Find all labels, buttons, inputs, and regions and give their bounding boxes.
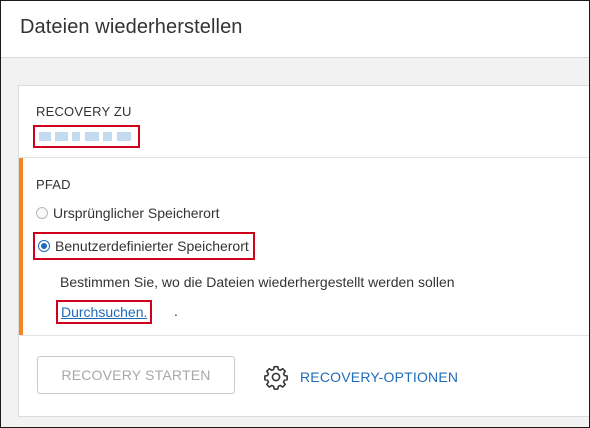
recovery-panel: RECOVERY ZU PFAD Ursprünglicher Speicher… [18,85,589,417]
redacted-block [72,132,80,141]
path-label: PFAD [36,177,71,192]
browse-link-highlight: Durchsuchen. [56,300,153,324]
browse-suffix: . [174,303,178,319]
gear-icon [264,365,288,390]
redacted-block [39,132,51,141]
path-hint: Bestimmen Sie, wo die Dateien wiederherg… [60,274,455,290]
active-section-accent [19,158,23,335]
redacted-block [117,132,131,141]
dialog-title: Dateien wiederherstellen [20,16,243,38]
redacted-block [103,132,112,141]
radio-button-checked[interactable] [38,240,50,252]
dialog-header: Dateien wiederherstellen [1,1,589,58]
path-section: PFAD Ursprünglicher Speicherort Benutzer… [19,158,589,335]
start-recovery-button[interactable]: RECOVERY STARTEN [37,356,235,394]
radio-original-label: Ursprünglicher Speicherort [53,205,220,221]
restore-files-dialog: Dateien wiederherstellen RECOVERY ZU PFA… [0,0,590,428]
recovery-to-label: RECOVERY ZU [36,104,132,119]
divider [20,335,589,336]
redacted-block [85,132,99,141]
recovery-options-link[interactable]: RECOVERY-OPTIONEN [263,364,458,390]
radio-custom-label: Benutzerdefinierter Speicherort [55,238,249,254]
redacted-block [55,132,68,141]
browse-link[interactable]: Durchsuchen. [61,304,147,320]
radio-original-location[interactable]: Ursprünglicher Speicherort [36,205,220,221]
recovery-options-label: RECOVERY-OPTIONEN [300,369,459,385]
radio-custom-location[interactable]: Benutzerdefinierter Speicherort [33,232,255,260]
radio-button-unchecked[interactable] [36,207,48,219]
recovery-target-value [33,125,140,148]
